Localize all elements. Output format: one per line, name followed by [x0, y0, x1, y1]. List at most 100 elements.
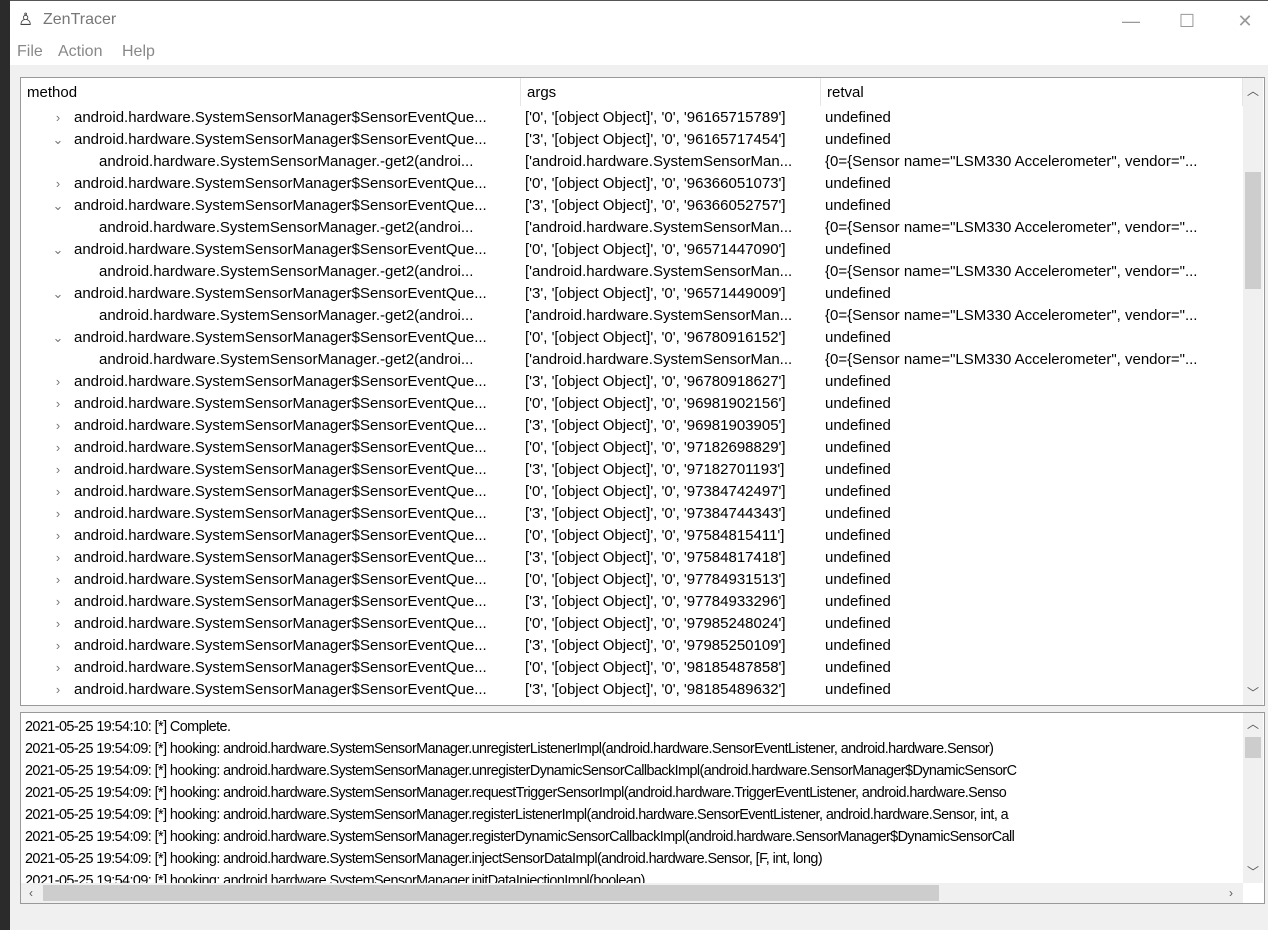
chevron-right-icon[interactable]: ›	[51, 371, 65, 393]
retval-cell: undefined	[825, 483, 891, 500]
chevron-down-icon[interactable]: ⌄	[51, 239, 65, 261]
column-header-args[interactable]: args	[521, 78, 821, 106]
chevron-right-icon[interactable]: ›	[51, 657, 65, 679]
method-cell: android.hardware.SystemSensorManager$Sen…	[74, 285, 487, 302]
chevron-right-icon[interactable]: ›	[51, 679, 65, 701]
menu-help[interactable]: Help	[122, 43, 155, 61]
scroll-up-icon[interactable]: ︿	[1243, 82, 1263, 100]
menu-file[interactable]: File	[17, 43, 43, 61]
vertical-scrollbar[interactable]: ︿ ﹀	[1243, 78, 1263, 705]
scroll-left-icon[interactable]: ‹	[21, 884, 41, 902]
scroll-down-icon[interactable]: ﹀	[1243, 684, 1263, 702]
chevron-right-icon[interactable]: ›	[51, 613, 65, 635]
log-line: 2021-05-25 19:54:09: [*] hooking: androi…	[25, 828, 1015, 845]
args-cell: ['android.hardware.SystemSensorMan...	[525, 153, 793, 170]
chevron-down-icon[interactable]: ⌄	[51, 327, 65, 349]
table-row[interactable]: ⌄ android.hardware.SystemSensorManager$Se…	[21, 283, 1243, 305]
args-cell: ['0', '[object Object]', '0', '981854878…	[525, 659, 786, 676]
table-row[interactable]: › android.hardware.SystemSensorManager$Se…	[21, 591, 1243, 613]
table-row[interactable]: › android.hardware.SystemSensorManager$Se…	[21, 107, 1243, 129]
args-cell: ['3', '[object Object]', '0', '965714490…	[525, 285, 786, 302]
args-cell: ['3', '[object Object]', '0', '981854896…	[525, 681, 786, 698]
retval-cell: undefined	[825, 681, 891, 698]
chevron-right-icon[interactable]: ›	[51, 525, 65, 547]
table-row-child[interactable]: android.hardware.SystemSensorManager.-ge…	[21, 305, 1243, 327]
chevron-right-icon[interactable]: ›	[51, 503, 65, 525]
table-row[interactable]: › android.hardware.SystemSensorManager$Se…	[21, 415, 1243, 437]
table-row[interactable]: › android.hardware.SystemSensorManager$Se…	[21, 173, 1243, 195]
args-cell: ['0', '[object Object]', '0', '965714470…	[525, 241, 786, 258]
table-row[interactable]: › android.hardware.SystemSensorManager$Se…	[21, 569, 1243, 591]
table-row[interactable]: › android.hardware.SystemSensorManager$Se…	[21, 657, 1243, 679]
column-header-method[interactable]: method	[21, 78, 521, 106]
args-cell: ['3', '[object Object]', '0', '975848174…	[525, 549, 786, 566]
table-row[interactable]: ⌄ android.hardware.SystemSensorManager$Se…	[21, 129, 1243, 151]
table-row[interactable]: ⌄ android.hardware.SystemSensorManager$Se…	[21, 195, 1243, 217]
method-cell: android.hardware.SystemSensorManager$Sen…	[74, 109, 487, 126]
chevron-right-icon[interactable]: ›	[51, 635, 65, 657]
table-row[interactable]: › android.hardware.SystemSensorManager$Se…	[21, 459, 1243, 481]
table-row[interactable]: › android.hardware.SystemSensorManager$Se…	[21, 481, 1243, 503]
chevron-down-icon[interactable]: ⌄	[51, 195, 65, 217]
chevron-right-icon[interactable]: ›	[51, 569, 65, 591]
args-cell: ['0', '[object Object]', '0', '971826988…	[525, 439, 786, 456]
retval-cell: undefined	[825, 549, 891, 566]
retval-cell: {0={Sensor name="LSM330 Accelerometer", …	[825, 307, 1198, 324]
method-cell: android.hardware.SystemSensorManager.-ge…	[99, 263, 474, 280]
method-cell: android.hardware.SystemSensorManager$Sen…	[74, 659, 487, 676]
table-row-child[interactable]: android.hardware.SystemSensorManager.-ge…	[21, 261, 1243, 283]
args-cell: ['android.hardware.SystemSensorMan...	[525, 351, 793, 368]
args-cell: ['3', '[object Object]', '0', '971827011…	[525, 461, 785, 478]
window-title: ZenTracer	[43, 11, 117, 28]
args-cell: ['0', '[object Object]', '0', '961657157…	[525, 109, 786, 126]
log-vertical-scrollbar[interactable]: ︿ ﹀	[1243, 713, 1263, 883]
method-cell: android.hardware.SystemSensorManager$Sen…	[74, 571, 487, 588]
args-cell: ['3', '[object Object]', '0', '963660527…	[525, 197, 786, 214]
chevron-down-icon[interactable]: ⌄	[51, 129, 65, 151]
table-row[interactable]: › android.hardware.SystemSensorManager$Se…	[21, 547, 1243, 569]
chevron-right-icon[interactable]: ›	[51, 591, 65, 613]
args-cell: ['0', '[object Object]', '0', '979852480…	[525, 615, 786, 632]
log-horizontal-scrollbar[interactable]: ‹ ›	[21, 883, 1243, 903]
close-button[interactable]: ✕	[1222, 7, 1268, 35]
minimize-button[interactable]: —	[1108, 7, 1154, 35]
args-cell: ['3', '[object Object]', '0', '969819039…	[525, 417, 786, 434]
table-row-child[interactable]: android.hardware.SystemSensorManager.-ge…	[21, 349, 1243, 371]
chevron-right-icon[interactable]: ›	[51, 173, 65, 195]
chevron-right-icon[interactable]: ›	[51, 393, 65, 415]
scroll-right-icon[interactable]: ›	[1221, 884, 1241, 902]
table-row[interactable]: ⌄ android.hardware.SystemSensorManager$Se…	[21, 239, 1243, 261]
table-row[interactable]: › android.hardware.SystemSensorManager$Se…	[21, 635, 1243, 657]
chevron-down-icon[interactable]: ⌄	[51, 283, 65, 305]
scrollbar-thumb[interactable]	[43, 885, 939, 901]
args-cell: ['3', '[object Object]', '0', '967809186…	[525, 373, 786, 390]
table-row[interactable]: › android.hardware.SystemSensorManager$Se…	[21, 437, 1243, 459]
method-cell: android.hardware.SystemSensorManager$Sen…	[74, 417, 487, 434]
method-cell: android.hardware.SystemSensorManager$Sen…	[74, 439, 487, 456]
chevron-right-icon[interactable]: ›	[51, 547, 65, 569]
maximize-button[interactable]: ☐	[1164, 7, 1210, 35]
chevron-right-icon[interactable]: ›	[51, 459, 65, 481]
table-row[interactable]: › android.hardware.SystemSensorManager$Se…	[21, 679, 1243, 701]
table-row-child[interactable]: android.hardware.SystemSensorManager.-ge…	[21, 217, 1243, 239]
chevron-right-icon[interactable]: ›	[51, 437, 65, 459]
table-row[interactable]: › android.hardware.SystemSensorManager$Se…	[21, 525, 1243, 547]
table-row[interactable]: › android.hardware.SystemSensorManager$Se…	[21, 503, 1243, 525]
chevron-right-icon[interactable]: ›	[51, 481, 65, 503]
table-row-child[interactable]: android.hardware.SystemSensorManager.-ge…	[21, 151, 1243, 173]
scrollbar-thumb[interactable]	[1245, 737, 1261, 758]
menu-action[interactable]: Action	[58, 43, 102, 61]
scroll-up-icon[interactable]: ︿	[1243, 715, 1263, 733]
table-row[interactable]: › android.hardware.SystemSensorManager$Se…	[21, 371, 1243, 393]
column-header-retval[interactable]: retval	[821, 78, 1243, 106]
chevron-right-icon[interactable]: ›	[51, 107, 65, 129]
scroll-down-icon[interactable]: ﹀	[1243, 863, 1263, 881]
args-cell: ['0', '[object Object]', '0', '969819021…	[525, 395, 786, 412]
retval-cell: undefined	[825, 571, 891, 588]
table-row[interactable]: ⌄ android.hardware.SystemSensorManager$Se…	[21, 327, 1243, 349]
chevron-right-icon[interactable]: ›	[51, 415, 65, 437]
method-cell: android.hardware.SystemSensorManager$Sen…	[74, 395, 487, 412]
scrollbar-thumb[interactable]	[1245, 172, 1261, 289]
table-row[interactable]: › android.hardware.SystemSensorManager$Se…	[21, 613, 1243, 635]
table-row[interactable]: › android.hardware.SystemSensorManager$Se…	[21, 393, 1243, 415]
